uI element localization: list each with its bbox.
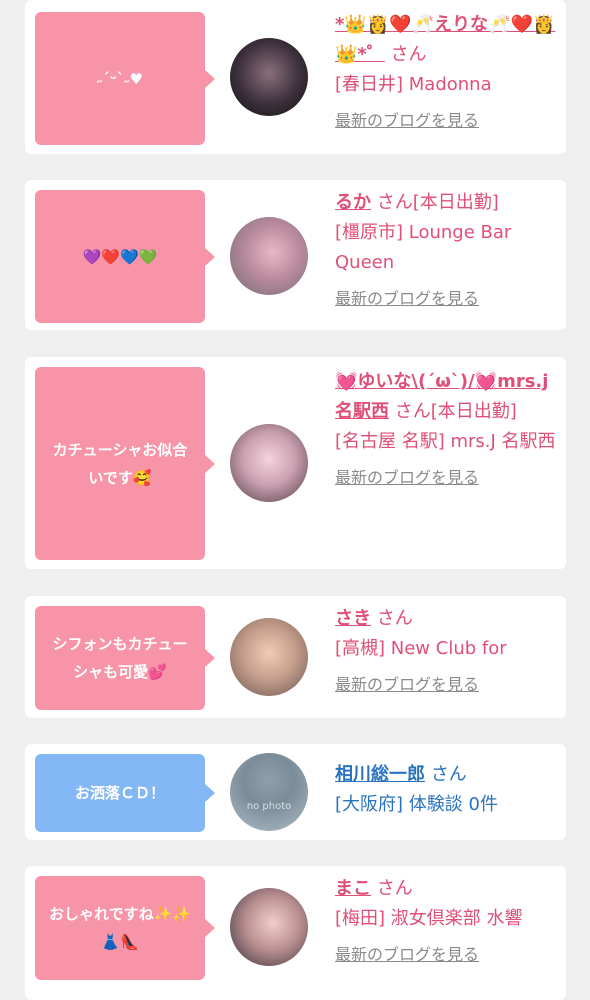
comment-text: おしゃれですね✨✨👗👠 xyxy=(49,905,191,951)
blog-link[interactable]: 最新のブログを見る xyxy=(335,463,558,493)
comment-text: シフォンもカチューシャも可愛💕 xyxy=(52,635,188,681)
name-suffix: さん xyxy=(430,764,467,785)
review-card: ˶ˊᵕˋ˶♥ *👑👸❤️🥂えりな🥂❤️👸👑*゜ さん [春日井] Madonna… xyxy=(25,0,566,154)
review-card: おしゃれですね✨✨👗👠 まこ さん [梅田] 淑女倶楽部 水響 最新のブログを見… xyxy=(25,866,566,1000)
girl-name-link[interactable]: *👑👸❤️🥂えりな🥂❤️👸👑*゜ xyxy=(335,14,555,65)
comment-text: ˶ˊᵕˋ˶♥ xyxy=(97,69,143,88)
girl-info: まこ さん [梅田] 淑女倶楽部 水響 最新のブログを見る xyxy=(335,874,558,970)
girl-info: さき さん [高槻] New Club for 最新のブログを見る xyxy=(335,604,558,700)
avatar[interactable]: no photo xyxy=(230,753,308,831)
review-card: お洒落ＣＤ！ no photo 相川総一郎 さん [大阪府] 体験談 0件 xyxy=(25,744,566,840)
avatar[interactable] xyxy=(230,888,308,966)
avatar[interactable] xyxy=(230,217,308,295)
blog-link[interactable]: 最新のブログを見る xyxy=(335,284,558,314)
shop-name: [名古屋 名駅] mrs.J 名駅西 xyxy=(335,431,556,452)
avatar[interactable] xyxy=(230,424,308,502)
comment-bubble: 💜❤️💙💚 xyxy=(35,190,215,323)
comment-text: お洒落ＣＤ！ xyxy=(74,784,165,802)
name-suffix: さん xyxy=(376,608,413,629)
comment-text: 💜❤️💙💚 xyxy=(82,247,158,266)
blog-link[interactable]: 最新のブログを見る xyxy=(335,106,558,136)
name-suffix: さん xyxy=(376,878,413,899)
review-count: [大阪府] 体験談 0件 xyxy=(335,794,498,815)
girl-info: 💓ゆいな\(´ω`)/💓mrs.j名駅西 さん[本日出勤] [名古屋 名駅] m… xyxy=(335,367,558,493)
girl-name-link[interactable]: さき xyxy=(335,608,371,629)
review-card: カチューシャお似合いです🥰 💓ゆいな\(´ω`)/💓mrs.j名駅西 さん[本日… xyxy=(25,357,566,569)
review-card: 💜❤️💙💚 るか さん[本日出勤] [橿原市] Lounge Bar Queen… xyxy=(25,180,566,330)
comment-bubble: シフォンもカチューシャも可愛💕 xyxy=(35,606,215,710)
shop-name: [高槻] New Club for xyxy=(335,638,507,659)
shop-name: [春日井] Madonna xyxy=(335,74,492,95)
reviewer-name-link[interactable]: 相川総一郎 xyxy=(335,764,425,785)
girl-name-link[interactable]: まこ xyxy=(335,878,371,899)
comment-bubble: カチューシャお似合いです🥰 xyxy=(35,367,215,560)
review-card: シフォンもカチューシャも可愛💕 さき さん [高槻] New Club for … xyxy=(25,596,566,718)
shop-name: [橿原市] Lounge Bar Queen xyxy=(335,222,512,273)
no-photo-label: no photo xyxy=(246,801,292,812)
girl-info: るか さん[本日出勤] [橿原市] Lounge Bar Queen 最新のブロ… xyxy=(335,188,558,314)
comment-text: カチューシャお似合いです🥰 xyxy=(52,440,188,487)
avatar[interactable] xyxy=(230,618,308,696)
girl-info: 相川総一郎 さん [大阪府] 体験談 0件 xyxy=(335,760,558,820)
name-suffix: さん[本日出勤] xyxy=(394,401,517,422)
comment-bubble: お洒落ＣＤ！ xyxy=(35,754,215,832)
name-suffix: さん xyxy=(390,44,427,65)
shop-name: [梅田] 淑女倶楽部 水響 xyxy=(335,908,523,929)
blog-link[interactable]: 最新のブログを見る xyxy=(335,940,558,970)
girl-info: *👑👸❤️🥂えりな🥂❤️👸👑*゜ さん [春日井] Madonna 最新のブログ… xyxy=(335,10,558,136)
blog-link[interactable]: 最新のブログを見る xyxy=(335,670,558,700)
girl-name-link[interactable]: るか xyxy=(335,192,371,213)
avatar[interactable] xyxy=(230,38,308,116)
comment-bubble: おしゃれですね✨✨👗👠 xyxy=(35,876,215,980)
comment-bubble: ˶ˊᵕˋ˶♥ xyxy=(35,12,215,145)
name-suffix: さん[本日出勤] xyxy=(376,192,499,213)
